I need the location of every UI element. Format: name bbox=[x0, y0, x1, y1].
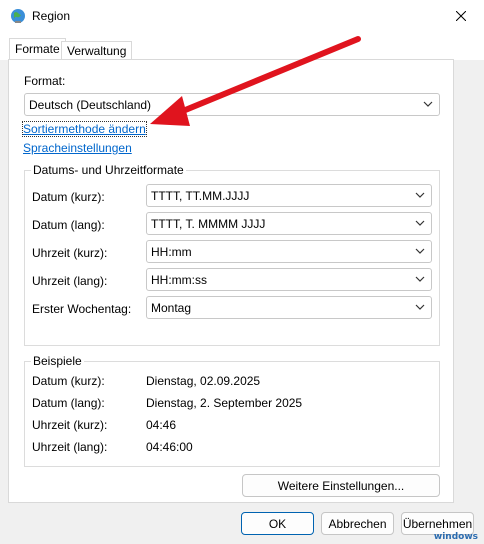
date-long-value: TTTT, T. MMMM JJJJ bbox=[151, 217, 266, 231]
example-date-short-value: Dienstag, 02.09.2025 bbox=[146, 374, 261, 388]
chevron-down-icon bbox=[415, 220, 425, 226]
ok-button[interactable]: OK bbox=[241, 512, 314, 535]
time-short-select[interactable]: HH:mm bbox=[146, 240, 432, 263]
format-select-value: Deutsch (Deutschland) bbox=[29, 98, 152, 112]
time-long-label: Uhrzeit (lang): bbox=[32, 274, 108, 288]
example-date-short-label: Datum (kurz): bbox=[32, 374, 105, 388]
language-settings-link[interactable]: Spracheinstellungen bbox=[23, 141, 132, 155]
watermark-logo: windows bbox=[433, 532, 478, 542]
title-bar: Region bbox=[0, 0, 484, 32]
example-time-short-label: Uhrzeit (kurz): bbox=[32, 418, 108, 432]
globe-icon bbox=[11, 9, 25, 23]
chevron-down-icon bbox=[415, 192, 425, 198]
date-short-label: Datum (kurz): bbox=[32, 190, 105, 204]
format-label: Format: bbox=[24, 74, 66, 88]
close-button[interactable] bbox=[438, 0, 484, 32]
example-time-short-value: 04:46 bbox=[146, 418, 177, 432]
datetime-formats-title: Datums- und Uhrzeitformate bbox=[31, 163, 186, 177]
tab-strip: Formate Verwaltung bbox=[0, 32, 484, 60]
tab-panel: Format: Deutsch (Deutschland) Sortiermet… bbox=[8, 59, 454, 503]
example-date-long-label: Datum (lang): bbox=[32, 396, 105, 410]
date-short-select[interactable]: TTTT, TT.MM.JJJJ bbox=[146, 184, 432, 207]
date-long-select[interactable]: TTTT, T. MMMM JJJJ bbox=[146, 212, 432, 235]
chevron-down-icon bbox=[415, 248, 425, 254]
chevron-down-icon bbox=[423, 101, 433, 107]
first-weekday-select[interactable]: Montag bbox=[146, 296, 432, 319]
more-settings-button[interactable]: Weitere Einstellungen... bbox=[242, 474, 440, 497]
time-short-label: Uhrzeit (kurz): bbox=[32, 246, 108, 260]
sort-method-link[interactable]: Sortiermethode ändern bbox=[22, 121, 147, 137]
chevron-down-icon bbox=[415, 276, 425, 282]
example-time-long-label: Uhrzeit (lang): bbox=[32, 440, 108, 454]
tab-formate[interactable]: Formate bbox=[9, 38, 66, 60]
time-long-select[interactable]: HH:mm:ss bbox=[146, 268, 432, 291]
time-long-value: HH:mm:ss bbox=[151, 273, 207, 287]
cancel-button[interactable]: Abbrechen bbox=[321, 512, 394, 535]
time-short-value: HH:mm bbox=[151, 245, 192, 259]
example-date-long-value: Dienstag, 2. September 2025 bbox=[146, 396, 303, 410]
close-icon bbox=[456, 11, 466, 21]
date-short-value: TTTT, TT.MM.JJJJ bbox=[151, 189, 250, 203]
window-title: Region bbox=[32, 9, 71, 23]
examples-title: Beispiele bbox=[31, 354, 84, 368]
first-weekday-label: Erster Wochentag: bbox=[32, 302, 132, 316]
tab-verwaltung[interactable]: Verwaltung bbox=[61, 41, 133, 60]
example-time-long-value: 04:46:00 bbox=[146, 440, 193, 454]
chevron-down-icon bbox=[415, 304, 425, 310]
date-long-label: Datum (lang): bbox=[32, 218, 105, 232]
format-select[interactable]: Deutsch (Deutschland) bbox=[24, 93, 440, 116]
first-weekday-value: Montag bbox=[151, 301, 192, 315]
